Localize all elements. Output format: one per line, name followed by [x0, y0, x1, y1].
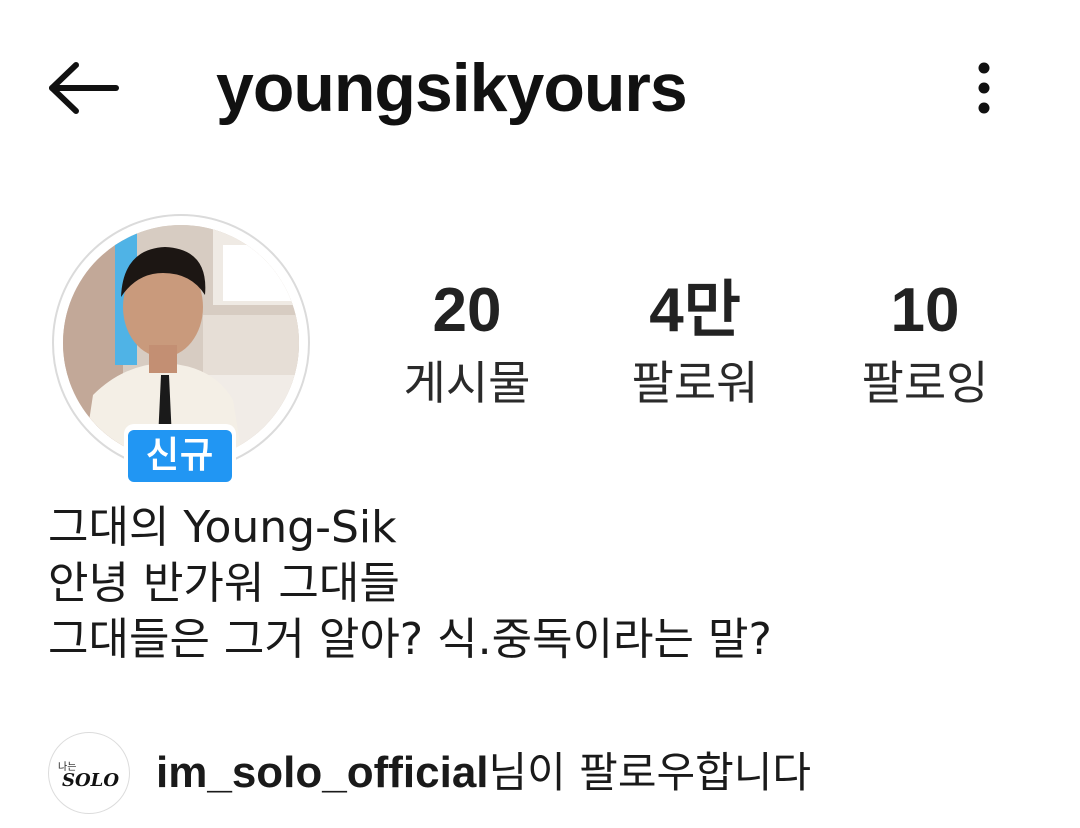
follower-account-link[interactable]: im_solo_official — [156, 748, 489, 797]
bio-line: 안녕 반가워 그대들 — [48, 558, 400, 609]
more-vertical-icon — [978, 62, 990, 114]
bio-line: 그대들은 그거 알아? 식.중독이라는 말? — [48, 614, 772, 665]
stat-followers-count: 4만 — [649, 276, 741, 345]
more-options-button[interactable] — [964, 56, 1004, 120]
stat-posts-count: 20 — [432, 276, 502, 345]
profile-username: youngsikyours — [216, 50, 688, 126]
back-button[interactable] — [44, 58, 124, 118]
stat-followers[interactable]: 4만 팔로워 — [585, 276, 805, 411]
profile-bio: 그대의 Young-Sik 안녕 반가워 그대들 그대들은 그거 알아? 식.중… — [48, 500, 1048, 668]
followed-by-row: 나는 SOLO im_solo_official님이 팔로우합니다 — [48, 730, 1048, 816]
stat-followers-label: 팔로워 — [631, 356, 759, 410]
stat-following[interactable]: 10 팔로잉 — [815, 276, 1035, 411]
follower-avatar[interactable]: 나는 SOLO — [48, 732, 130, 814]
followed-by-text: im_solo_official님이 팔로우합니다 — [156, 746, 811, 800]
stat-posts-label: 게시물 — [403, 356, 531, 410]
follower-logo-text: SOLO — [62, 770, 120, 791]
followed-by-suffix: 님이 팔로우합니다 — [488, 748, 812, 797]
profile-header: youngsikyours — [0, 0, 1080, 180]
stat-posts[interactable]: 20 게시물 — [357, 276, 577, 411]
new-badge-label: 신규 — [128, 430, 232, 482]
stat-following-label: 팔로잉 — [861, 356, 989, 410]
new-badge: 신규 — [124, 424, 236, 488]
arrow-left-icon — [49, 62, 119, 114]
stat-following-count: 10 — [890, 276, 960, 345]
bio-name: 그대의 Young-Sik — [48, 502, 397, 553]
